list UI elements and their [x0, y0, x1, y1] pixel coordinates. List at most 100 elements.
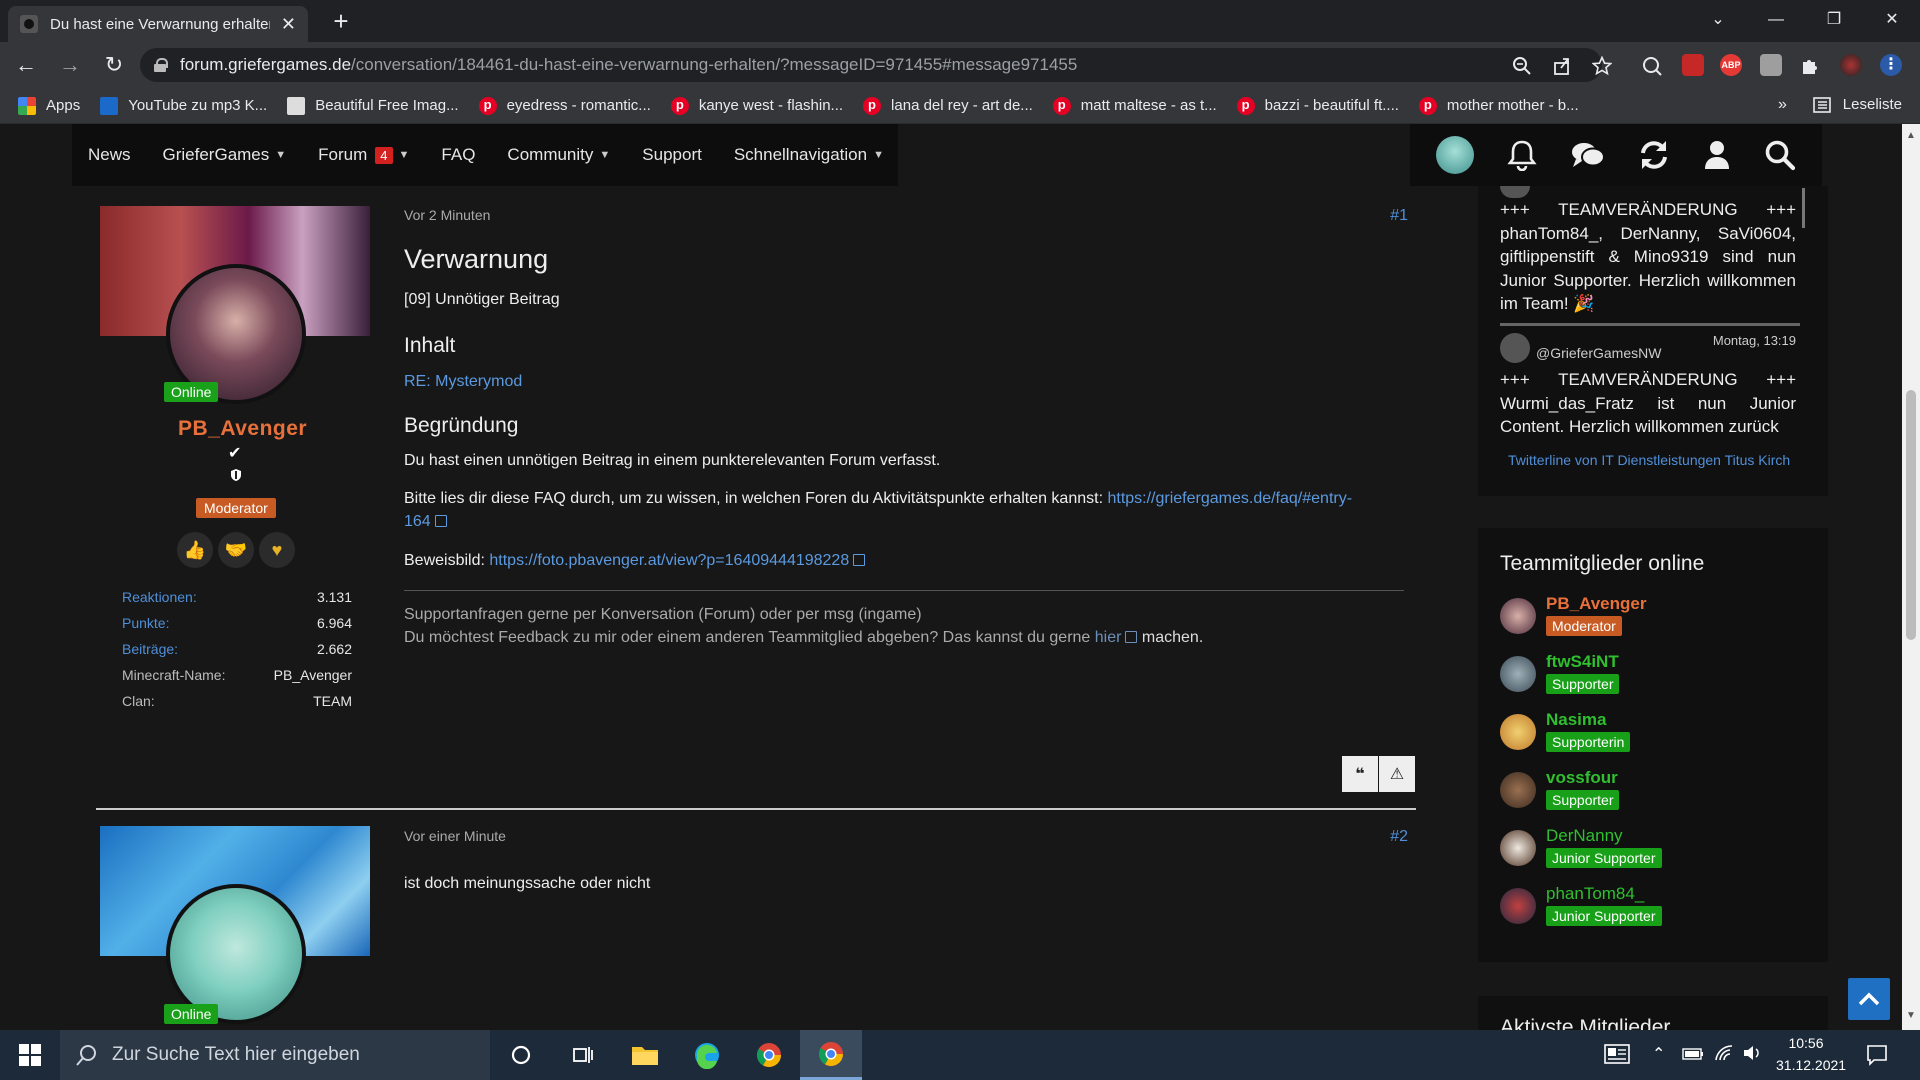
report-button[interactable]: ⚠: [1379, 756, 1415, 792]
scroll-down-arrow-icon[interactable]: ▼: [1906, 1010, 1916, 1021]
conversations-icon[interactable]: [1570, 140, 1606, 170]
tab-search-chevron-icon[interactable]: ⌄: [1690, 0, 1746, 40]
chrome-active-button[interactable]: [800, 1030, 862, 1080]
reload-button[interactable]: ↻: [96, 47, 132, 83]
content-link[interactable]: RE: Mysterymod: [404, 373, 522, 390]
address-bar[interactable]: forum.griefergames.de/conversation/18446…: [140, 48, 1602, 82]
pocket-extension-icon[interactable]: [1682, 54, 1704, 76]
extension-icon[interactable]: [1760, 54, 1782, 76]
team-member[interactable]: Nasima Supporterin: [1500, 710, 1631, 752]
team-member[interactable]: DerNanny Junior Supporter: [1500, 826, 1662, 868]
nav-item-news[interactable]: News: [88, 145, 131, 165]
taskbar-search-box[interactable]: Zur Suche Text hier eingeben: [60, 1030, 490, 1080]
quote-button[interactable]: ❝: [1342, 756, 1378, 792]
window-close-button[interactable]: ✕: [1864, 0, 1920, 40]
member-name[interactable]: Nasima: [1546, 710, 1630, 730]
nav-item-community[interactable]: Community ▼: [507, 145, 610, 165]
user-avatar[interactable]: [1436, 136, 1475, 174]
edge-button[interactable]: [676, 1030, 738, 1080]
zoom-icon[interactable]: [1512, 56, 1532, 76]
post-author[interactable]: PB_Avenger: [178, 417, 307, 441]
member-name[interactable]: DerNanny: [1546, 826, 1662, 846]
reaction-handshake-icon[interactable]: 🤝: [218, 532, 254, 568]
member-name[interactable]: ftwS4iNT: [1546, 652, 1619, 672]
scrollbar-thumb[interactable]: [1906, 390, 1916, 640]
extension-search-icon[interactable]: [1642, 56, 1662, 76]
wifi-icon[interactable]: [1714, 1044, 1734, 1062]
member-name[interactable]: vossfour: [1546, 768, 1619, 788]
bookmarks-overflow-button[interactable]: »: [1778, 96, 1787, 114]
nav-item-faq[interactable]: FAQ: [441, 145, 475, 165]
team-member[interactable]: vossfour Supporter: [1500, 768, 1620, 810]
battery-icon[interactable]: [1682, 1048, 1704, 1060]
bookmark-item[interactable]: eyedress - romantic...: [478, 96, 651, 115]
stat-label[interactable]: Beiträge:: [122, 636, 178, 662]
feed-scrollbar[interactable]: [1802, 188, 1805, 228]
forward-button[interactable]: →: [52, 47, 88, 83]
feedback-link[interactable]: hier: [1095, 629, 1122, 646]
puzzle-extensions-icon[interactable]: [1800, 56, 1820, 76]
member-name[interactable]: phanTom84_: [1546, 884, 1662, 904]
pinterest-icon: [1236, 96, 1255, 115]
chrome-button[interactable]: [738, 1030, 800, 1080]
file-explorer-button[interactable]: [614, 1030, 676, 1080]
nav-item-support[interactable]: Support: [642, 145, 702, 165]
post-time[interactable]: Vor einer Minute: [404, 828, 506, 844]
restore-button[interactable]: ❐: [1806, 0, 1862, 40]
nav-item-griefergames[interactable]: GrieferGames ▼: [163, 145, 287, 165]
bookmark-item[interactable]: kanye west - flashin...: [670, 96, 843, 115]
reaction-like-icon[interactable]: 👍: [177, 532, 213, 568]
member-name[interactable]: PB_Avenger: [1546, 594, 1646, 614]
bookmark-item[interactable]: YouTube zu mp3 K...: [100, 96, 267, 115]
page-scrollbar[interactable]: ▲ ▼: [1902, 124, 1920, 1030]
user-avatar[interactable]: [166, 884, 306, 1024]
reading-list-button[interactable]: Leseliste: [1812, 96, 1902, 113]
adblock-extension-icon[interactable]: ABP: [1720, 54, 1742, 76]
evidence-link[interactable]: https://foto.pbavenger.at/view?p=1640944…: [489, 552, 849, 569]
post-time[interactable]: Vor 2 Minuten: [404, 207, 490, 223]
browser-tab[interactable]: Du hast eine Verwarnung erhalten ✕: [8, 6, 308, 42]
bookmark-item[interactable]: bazzi - beautiful ft....: [1236, 96, 1399, 115]
bookmark-item[interactable]: Beautiful Free Imag...: [287, 96, 459, 115]
post-number[interactable]: #2: [1390, 828, 1408, 846]
cortana-button[interactable]: [490, 1030, 552, 1080]
share-icon[interactable]: [1552, 56, 1572, 76]
tab-close-icon[interactable]: ✕: [281, 14, 296, 35]
menu-kebab-icon[interactable]: ⋮: [1880, 54, 1902, 76]
stat-label[interactable]: Reaktionen:: [122, 584, 197, 610]
twitterline-credit-link[interactable]: Twitterline von IT Dienstleistungen Titu…: [1508, 452, 1790, 468]
team-member[interactable]: PB_Avenger Moderator: [1500, 594, 1646, 636]
volume-icon[interactable]: [1742, 1044, 1762, 1062]
refresh-icon[interactable]: [1638, 139, 1670, 171]
tweet-handle[interactable]: @GrieferGamesNW: [1536, 345, 1661, 361]
team-member[interactable]: phanTom84_ Junior Supporter: [1500, 884, 1662, 926]
start-button[interactable]: [0, 1030, 60, 1080]
bookmark-item[interactable]: mother mother - b...: [1418, 96, 1579, 115]
taskbar-clock[interactable]: 10:56 31.12.2021: [1776, 1032, 1846, 1076]
minimize-button[interactable]: —: [1748, 0, 1804, 40]
bell-icon[interactable]: [1507, 139, 1537, 171]
bookmark-star-icon[interactable]: [1592, 56, 1612, 76]
profile-avatar-icon[interactable]: [1840, 54, 1862, 76]
bookmark-item[interactable]: lana del rey - art de...: [863, 96, 1033, 115]
bookmark-item[interactable]: matt maltese - as t...: [1052, 96, 1217, 115]
lock-icon[interactable]: [154, 58, 168, 72]
url-text[interactable]: forum.griefergames.de/conversation/18446…: [180, 55, 1077, 75]
new-tab-button[interactable]: +: [326, 6, 356, 36]
team-member[interactable]: ftwS4iNT Supporter: [1500, 652, 1620, 694]
nav-item-schnellnavigation[interactable]: Schnellnavigation ▼: [734, 145, 884, 165]
bookmark-item[interactable]: Apps: [18, 96, 80, 115]
scroll-up-arrow-icon[interactable]: ▲: [1906, 130, 1916, 141]
back-button[interactable]: ←: [8, 47, 44, 83]
tray-overflow-chevron-icon[interactable]: ⌃: [1652, 1044, 1665, 1064]
stat-label[interactable]: Punkte:: [122, 610, 169, 636]
user-icon[interactable]: [1703, 139, 1731, 171]
scroll-to-top-button[interactable]: [1848, 978, 1890, 1020]
search-icon[interactable]: [1764, 139, 1796, 171]
news-widget-icon[interactable]: [1604, 1044, 1630, 1064]
nav-item-forum[interactable]: Forum 4 ▼: [318, 145, 409, 165]
post-number[interactable]: #1: [1390, 207, 1408, 225]
task-view-button[interactable]: [552, 1030, 614, 1080]
reaction-heart-icon[interactable]: ♥: [259, 532, 295, 568]
notification-center-icon[interactable]: [1866, 1044, 1888, 1066]
